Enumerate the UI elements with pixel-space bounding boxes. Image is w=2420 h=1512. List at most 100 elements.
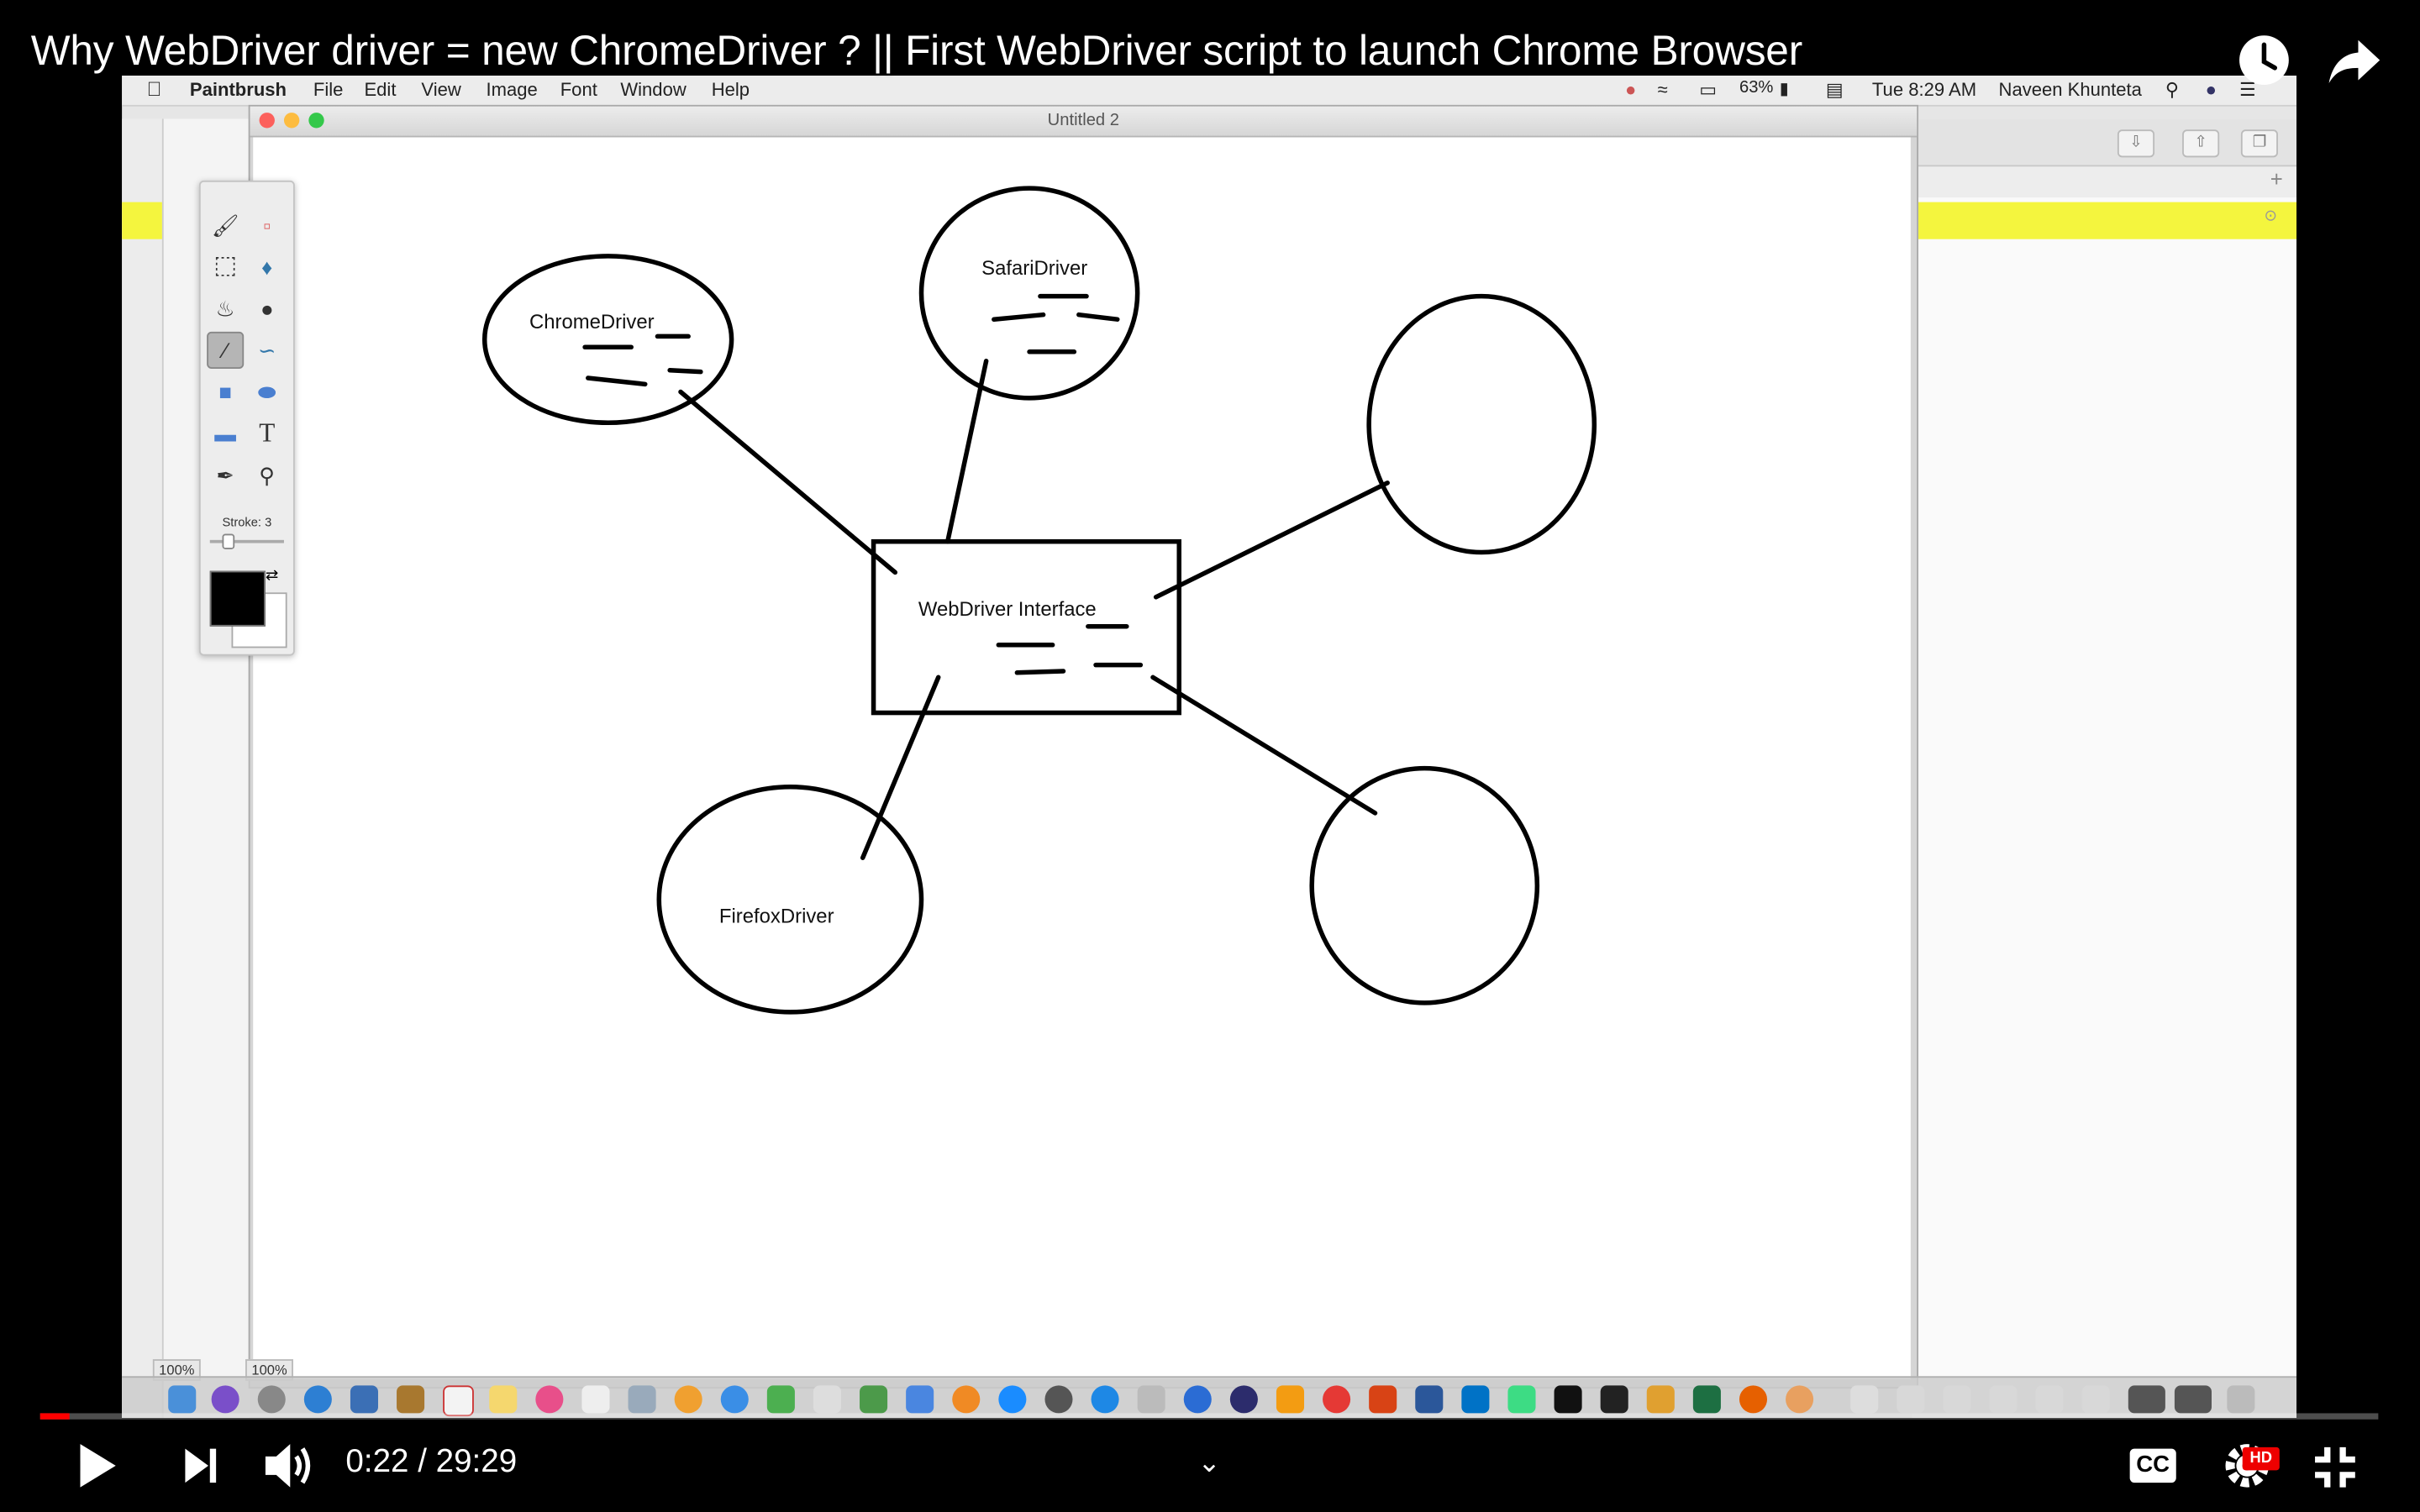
outlook-icon[interactable] xyxy=(1461,1385,1490,1414)
system-preferences-icon[interactable] xyxy=(1044,1385,1073,1414)
drawing-canvas[interactable]: ChromeDriver SafariDriver WebDriver Inte… xyxy=(253,137,1911,1380)
chat-icon[interactable] xyxy=(1183,1385,1212,1414)
palette-titlebar[interactable] xyxy=(207,186,287,199)
magnifier-icon[interactable]: ⚲ xyxy=(250,458,284,491)
wifi-icon[interactable]: ≈ xyxy=(1658,79,1668,101)
text-icon[interactable]: T xyxy=(250,417,284,450)
finder-icon[interactable] xyxy=(168,1385,197,1414)
video-title[interactable]: Why WebDriver driver = new ChromeDriver … xyxy=(31,28,1802,76)
ellipse-icon[interactable]: ⬬ xyxy=(250,375,284,408)
siri-dock-icon[interactable] xyxy=(211,1385,239,1414)
menu-window[interactable]: Window xyxy=(620,79,686,101)
reminders-icon[interactable] xyxy=(581,1385,610,1414)
eyedropper-icon[interactable]: ✒ xyxy=(208,458,242,491)
messages-icon[interactable] xyxy=(720,1385,749,1414)
chevron-down-icon[interactable]: ⌄ xyxy=(1197,1447,1221,1480)
stroke-slider-knob[interactable] xyxy=(222,533,235,549)
photos-app-icon[interactable] xyxy=(674,1385,702,1414)
chrome-icon[interactable] xyxy=(1323,1385,1351,1414)
eclipse-icon[interactable] xyxy=(1229,1385,1258,1414)
itunes-icon[interactable] xyxy=(535,1385,564,1414)
powerpoint-icon[interactable] xyxy=(1369,1385,1397,1414)
captions-button[interactable]: CC xyxy=(2129,1448,2176,1483)
launchpad-icon[interactable] xyxy=(257,1385,286,1414)
menu-file[interactable]: File xyxy=(313,79,344,101)
airplay-icon[interactable]: ▭ xyxy=(1699,79,1717,101)
close-window-button[interactable] xyxy=(259,113,275,129)
contacts-icon[interactable] xyxy=(397,1385,425,1414)
photos-icon[interactable] xyxy=(350,1385,378,1414)
foreground-color-swatch[interactable] xyxy=(209,570,266,627)
word-icon[interactable] xyxy=(1415,1385,1444,1414)
apple-menu-icon[interactable]:  xyxy=(146,77,161,101)
play-icon[interactable] xyxy=(74,1441,120,1498)
spray-icon[interactable]: ♨ xyxy=(208,291,242,325)
curve-icon[interactable]: ∽ xyxy=(250,333,284,367)
minimize-window-button[interactable] xyxy=(283,113,300,129)
app-store-icon[interactable] xyxy=(998,1385,1027,1414)
battery-icon[interactable]: ▮ xyxy=(1780,79,1789,99)
downloads-stack-icon[interactable] xyxy=(1850,1385,1879,1414)
file-stack-icon[interactable] xyxy=(1989,1385,2018,1414)
preview-icon[interactable] xyxy=(628,1385,656,1414)
bar-close-icon[interactable]: ⊙ xyxy=(2264,208,2276,225)
progress-bar[interactable] xyxy=(39,1413,2379,1420)
volume-icon[interactable] xyxy=(262,1440,318,1500)
desktop-window-icon[interactable] xyxy=(2128,1385,2165,1414)
tabs-overview-icon[interactable]: ❐ xyxy=(2240,129,2278,158)
excel-icon[interactable] xyxy=(1692,1385,1721,1414)
exit-fullscreen-icon[interactable] xyxy=(2312,1444,2358,1498)
notification-icon[interactable]: ▤ xyxy=(1826,79,1844,101)
menu-image[interactable]: Image xyxy=(487,79,538,101)
document-stack-icon[interactable] xyxy=(1897,1385,1925,1414)
paint-bucket-icon[interactable]: ♦ xyxy=(250,250,284,284)
spotlight-icon[interactable]: ⚲ xyxy=(2165,79,2179,101)
siri-icon[interactable]: ● xyxy=(2206,79,2217,101)
new-tab-icon[interactable]: + xyxy=(2270,166,2283,191)
bomb-icon[interactable]: ● xyxy=(250,291,284,325)
keynote-icon[interactable] xyxy=(906,1385,934,1414)
facetime-icon[interactable] xyxy=(766,1385,795,1414)
next-icon[interactable] xyxy=(182,1446,219,1494)
eraser-icon[interactable]: ▫ xyxy=(250,208,284,242)
numbers-icon[interactable] xyxy=(860,1385,888,1414)
safari-icon[interactable] xyxy=(303,1385,332,1414)
android-studio-icon[interactable] xyxy=(1507,1385,1536,1414)
intellij-icon[interactable] xyxy=(1600,1385,1628,1414)
ibooks-icon[interactable] xyxy=(952,1385,981,1414)
swap-colors-icon[interactable]: ⇄ xyxy=(266,568,278,585)
firefox-icon[interactable] xyxy=(1739,1385,1768,1414)
window-stack-icon[interactable] xyxy=(2081,1385,2110,1414)
help-icon[interactable] xyxy=(1137,1385,1165,1414)
menubar-clock[interactable]: Tue 8:29 AM xyxy=(1872,79,1976,101)
menu-help[interactable]: Help xyxy=(712,79,750,101)
menu-edit[interactable]: Edit xyxy=(364,79,396,101)
terminal-icon[interactable] xyxy=(1554,1385,1582,1414)
download-icon[interactable]: ⇩ xyxy=(2117,129,2155,158)
stroke-slider[interactable] xyxy=(209,539,284,543)
trash-icon[interactable] xyxy=(2227,1385,2255,1414)
rounded-rect-icon[interactable]: ▬ xyxy=(208,417,242,450)
screenshot-stack-icon[interactable] xyxy=(1943,1385,1971,1414)
watch-later-icon[interactable] xyxy=(2238,34,2290,94)
desktop-window-icon-2[interactable] xyxy=(2174,1385,2212,1414)
brush-icon[interactable]: 🖌 xyxy=(208,208,242,242)
notes-icon[interactable] xyxy=(489,1385,518,1414)
select-rect-icon[interactable]: ⬚ xyxy=(208,250,242,284)
menu-font[interactable]: Font xyxy=(560,79,597,101)
app-menu[interactable]: Paintbrush xyxy=(190,79,287,101)
utility-icon[interactable] xyxy=(1646,1385,1675,1414)
share-button-icon[interactable]: ⇧ xyxy=(2182,129,2220,158)
calendar-icon[interactable] xyxy=(443,1385,474,1417)
line-icon[interactable]: ∕ xyxy=(207,331,245,369)
menubar-user[interactable]: Naveen Khunteta xyxy=(1999,79,2142,101)
zoom-window-button[interactable] xyxy=(308,113,324,129)
rectangle-icon[interactable]: ■ xyxy=(208,375,242,408)
status-app-icon[interactable]: ● xyxy=(1625,79,1636,101)
textedit-icon[interactable] xyxy=(813,1385,842,1414)
share-icon[interactable] xyxy=(2328,37,2383,94)
paintbrush-dock-icon[interactable] xyxy=(1786,1385,1814,1414)
sublime-icon[interactable] xyxy=(1276,1385,1305,1414)
menu-view[interactable]: View xyxy=(421,79,460,101)
folder-stack-icon[interactable] xyxy=(2035,1385,2064,1414)
